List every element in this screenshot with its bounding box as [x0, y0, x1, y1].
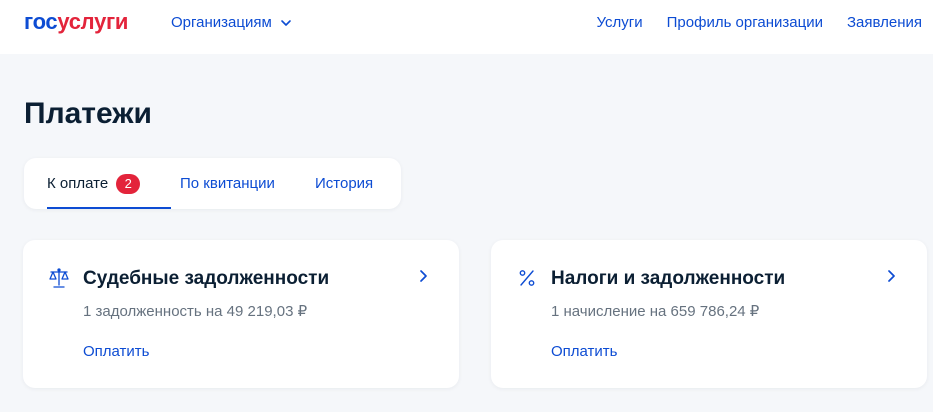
tab-by-receipt-label: По квитанции [180, 175, 275, 192]
tab-history-label: История [315, 175, 374, 192]
tab-to-pay-label: К оплате [47, 175, 109, 192]
nav-link-org-profile[interactable]: Профиль организации [667, 14, 823, 32]
payments-tabs: К оплате 2 По квитанции История [24, 158, 401, 209]
organizations-menu[interactable]: Организациям [171, 14, 292, 32]
pay-link[interactable]: Оплатить [83, 343, 150, 361]
card-title: Судебные задолженности [83, 268, 330, 289]
percent-icon [519, 270, 535, 286]
tab-to-pay[interactable]: К оплате 2 [47, 158, 171, 209]
chevron-right-icon[interactable] [417, 269, 429, 283]
logo-part-gos: гос [24, 9, 58, 34]
top-nav: Услуги Профиль организации Заявления [597, 14, 923, 32]
card-subtitle: 1 начисление на 659 786,24 ₽ [551, 303, 760, 320]
gosuslugi-logo[interactable]: госуслуги [24, 9, 128, 35]
card-title: Налоги и задолженности [551, 268, 786, 289]
count-badge: 2 [116, 173, 141, 194]
scales-icon [49, 268, 69, 288]
pay-link[interactable]: Оплатить [551, 343, 618, 361]
card-subtitle: 1 задолженность на 49 219,03 ₽ [83, 303, 308, 320]
tab-history[interactable]: История [315, 158, 373, 209]
top-header: госуслуги Организациям Услуги Профиль ор… [0, 0, 933, 54]
nav-link-services[interactable]: Услуги [597, 14, 643, 32]
page-title: Платежи [24, 97, 152, 130]
organizations-menu-label: Организациям [171, 14, 272, 31]
chevron-right-icon[interactable] [885, 269, 897, 283]
logo-part-uslugi: услуги [57, 9, 129, 34]
nav-link-applications[interactable]: Заявления [847, 14, 922, 32]
chevron-down-icon [280, 20, 291, 26]
tab-by-receipt[interactable]: По квитанции [180, 158, 275, 209]
card-court-debts[interactable]: Судебные задолженности 1 задолженность н… [23, 240, 459, 388]
card-taxes-debts[interactable]: Налоги и задолженности 1 начисление на 6… [491, 240, 927, 388]
